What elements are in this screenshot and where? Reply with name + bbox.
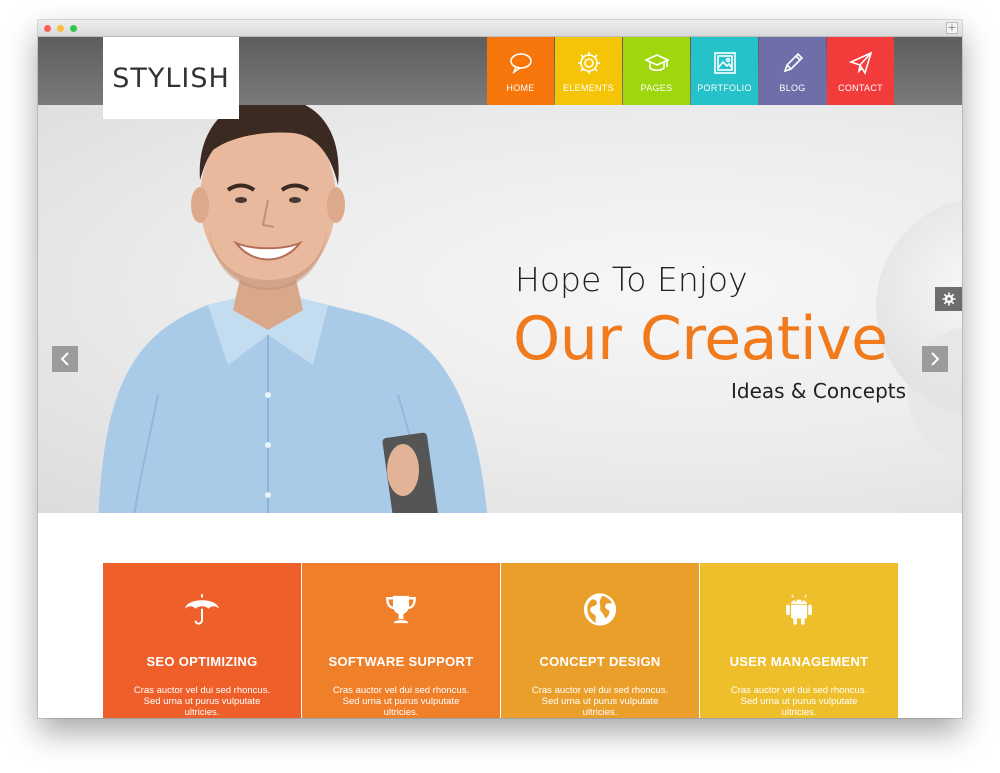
nav-label-portfolio: PORTFOLIO [697,83,752,93]
feature-title: SEO OPTIMIZING [146,654,258,669]
slider-prev-button[interactable] [52,346,78,372]
nav-item-blog[interactable]: BLOG [759,37,826,105]
android-icon [786,594,812,625]
feature-title: USER MANAGEMENT [729,654,869,669]
globe-icon [583,593,617,626]
image-icon [713,52,736,74]
gear-icon [942,292,955,306]
chat-bubble-icon [509,53,532,75]
feature-text: Cras auctor vel dui sed rhoncus. Sed urn… [531,685,669,718]
hero-subheading: Ideas & Concepts [731,379,907,403]
feature-title: SOFTWARE SUPPORT [328,654,474,669]
new-tab-button[interactable]: + [946,22,958,34]
nav-label-contact: CONTACT [838,83,883,93]
feature-box-concept-design[interactable]: CONCEPT DESIGN Cras auctor vel dui sed r… [501,563,699,718]
feature-box-software-support[interactable]: SOFTWARE SUPPORT Cras auctor vel dui sed… [302,563,500,718]
chevron-right-icon [931,352,940,366]
trophy-icon [386,595,416,624]
style-switcher-button[interactable] [935,287,962,311]
nav-item-contact[interactable]: CONTACT [827,37,894,105]
graduation-cap-icon [643,54,670,72]
hero-slider: Hope To Enjoy Our Creative Ideas & Conce… [38,105,962,513]
minimize-window-button[interactable] [57,25,64,32]
umbrella-icon [185,594,219,625]
feature-box-user-management[interactable]: USER MANAGEMENT Cras auctor vel dui sed … [700,563,898,718]
nav-item-elements[interactable]: ELEMENTS [555,37,622,105]
nav-item-portfolio[interactable]: PORTFOLIO [691,37,758,105]
hero-heading: Hope To Enjoy [515,260,748,299]
site-logo[interactable]: STYLISH [103,37,239,119]
pencil-icon [783,52,803,73]
feature-box-seo[interactable]: SEO OPTIMIZING Cras auctor vel dui sed r… [103,563,301,718]
main-nav: HOME ELEMENTS PAGES PORTFOLIO BLOG CONTA… [487,37,895,105]
nav-label-home: HOME [506,83,535,93]
hero-person-image [98,105,487,513]
feature-text: Cras auctor vel dui sed rhoncus. Sed urn… [332,685,470,718]
nav-item-home[interactable]: HOME [487,37,554,105]
nav-label-blog: BLOG [779,83,806,93]
nav-label-elements: ELEMENTS [563,83,614,93]
browser-titlebar: + [38,20,962,37]
slider-next-button[interactable] [922,346,948,372]
gear-icon [577,52,600,74]
feature-title: CONCEPT DESIGN [539,654,661,669]
nav-item-pages[interactable]: PAGES [623,37,690,105]
nav-label-pages: PAGES [640,83,673,93]
zoom-window-button[interactable] [70,25,77,32]
hero-highlight-heading: Our Creative [513,304,888,374]
features-row: SEO OPTIMIZING Cras auctor vel dui sed r… [103,563,899,718]
close-window-button[interactable] [44,25,51,32]
chevron-left-icon [60,352,69,366]
feature-text: Cras auctor vel dui sed rhoncus. Sed urn… [730,685,868,718]
feature-text: Cras auctor vel dui sed rhoncus. Sed urn… [133,685,271,718]
browser-window: + STYLISH HOME ELEMENTS PAGES PORTFOLIO … [38,20,962,718]
paper-plane-icon [848,51,872,75]
site-header: STYLISH HOME ELEMENTS PAGES PORTFOLIO BL… [38,37,962,119]
